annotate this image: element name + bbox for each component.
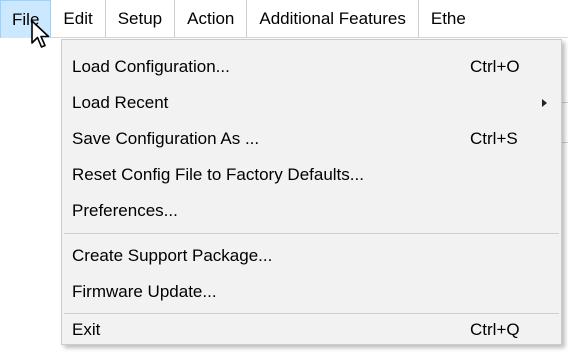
menu-item-label: Create Support Package... <box>72 246 273 265</box>
menu-additional-features[interactable]: Additional Features <box>247 0 419 38</box>
background-divider <box>562 142 568 143</box>
menu-bar: File Edit Setup Action Additional Featur… <box>0 0 568 38</box>
menu-item-preferences[interactable]: Preferences... <box>62 194 561 228</box>
menu-item-save-configuration-as[interactable]: Save Configuration As ... Ctrl+S <box>62 122 561 156</box>
arrow-pointer-icon <box>31 20 50 48</box>
menu-item-label: Load Configuration... <box>72 57 230 76</box>
menu-item-load-configuration[interactable]: Load Configuration... Ctrl+O <box>62 50 561 84</box>
menu-item-label: Firmware Update... <box>72 282 217 301</box>
menu-action[interactable]: Action <box>175 0 248 38</box>
menu-item-shortcut: Ctrl+O <box>470 57 520 76</box>
menu-item-firmware-update[interactable]: Firmware Update... <box>62 275 561 309</box>
menu-item-label: Load Recent <box>72 93 169 112</box>
chevron-right-icon <box>542 99 547 107</box>
menu-ethernet[interactable]: Ethe <box>419 0 478 38</box>
menu-item-label: Exit <box>72 320 101 339</box>
menu-item-shortcut: Ctrl+Q <box>470 320 520 339</box>
menu-item-exit[interactable]: Exit Ctrl+Q <box>62 315 561 345</box>
file-dropdown-menu: Load Configuration... Ctrl+O Load Recent… <box>61 39 562 345</box>
menu-item-label: Reset Config File to Factory Defaults... <box>72 165 364 184</box>
menu-edit[interactable]: Edit <box>51 0 106 38</box>
menu-separator <box>64 233 559 234</box>
menu-item-create-support-package[interactable]: Create Support Package... <box>62 239 561 273</box>
menu-item-reset-config[interactable]: Reset Config File to Factory Defaults... <box>62 158 561 192</box>
menu-item-label: Preferences... <box>72 201 178 220</box>
menu-item-label: Save Configuration As ... <box>72 129 260 148</box>
menu-setup[interactable]: Setup <box>106 0 176 38</box>
menu-item-shortcut: Ctrl+S <box>470 129 518 148</box>
background-divider <box>562 102 568 103</box>
menu-separator <box>64 313 559 314</box>
menu-item-load-recent[interactable]: Load Recent <box>62 86 561 120</box>
